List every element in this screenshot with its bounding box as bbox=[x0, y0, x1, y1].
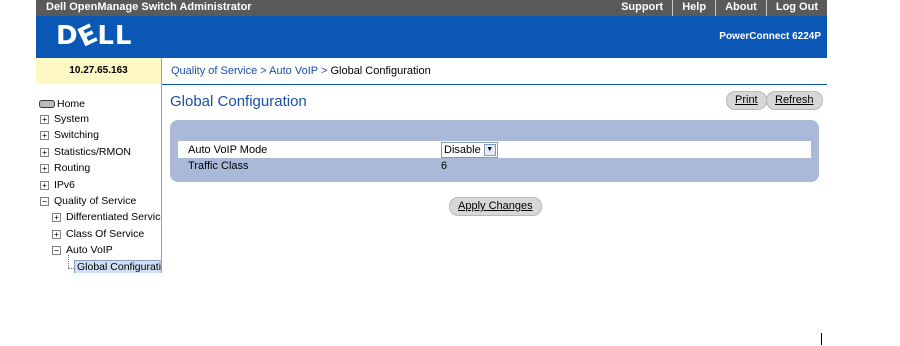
expand-icon[interactable]: + bbox=[52, 212, 61, 222]
nav-class-of-service[interactable]: + Class Of Service bbox=[52, 228, 144, 240]
expand-icon[interactable]: + bbox=[52, 229, 61, 239]
expand-icon[interactable]: + bbox=[40, 114, 49, 124]
breadcrumb-auto-voip[interactable]: Auto VoIP bbox=[269, 65, 318, 77]
nav-ipv6-label: IPv6 bbox=[54, 179, 76, 191]
switch-admin-app: Dell OpenManage Switch Administrator Sup… bbox=[36, 0, 827, 273]
about-link[interactable]: About bbox=[715, 0, 766, 16]
nav-qos-label: Quality of Service bbox=[54, 195, 137, 207]
breadcrumb-separator: > bbox=[260, 65, 267, 77]
expand-icon[interactable]: + bbox=[40, 163, 49, 173]
chevron-down-icon[interactable]: ▼ bbox=[483, 144, 496, 156]
breadcrumb-separator: > bbox=[320, 65, 328, 77]
home-icon bbox=[39, 100, 55, 108]
auto-voip-mode-row: Auto VoIP Mode Disable ▼ bbox=[178, 142, 811, 158]
collapse-icon[interactable]: − bbox=[52, 245, 61, 255]
nav-home-label: Home bbox=[57, 98, 86, 110]
nav-routing[interactable]: + Routing bbox=[40, 162, 90, 174]
traffic-class-row: Traffic Class 6 bbox=[178, 158, 811, 174]
tree-connector bbox=[68, 255, 69, 268]
auto-voip-mode-label: Auto VoIP Mode bbox=[188, 144, 268, 156]
expand-icon[interactable]: + bbox=[40, 147, 49, 157]
expand-icon[interactable]: + bbox=[40, 130, 49, 140]
expand-icon[interactable]: + bbox=[40, 180, 49, 190]
nav-ipv6[interactable]: + IPv6 bbox=[40, 179, 75, 191]
collapse-icon[interactable]: − bbox=[40, 196, 49, 206]
nav-statistics-rmon[interactable]: + Statistics/RMON bbox=[40, 146, 131, 158]
nav-switching-label: Switching bbox=[54, 129, 99, 141]
nav-auto-voip[interactable]: − Auto VoIP bbox=[52, 244, 113, 256]
breadcrumb-current: Global Configuration bbox=[330, 65, 431, 77]
support-link[interactable]: Support bbox=[612, 0, 672, 16]
nav-statistics-label: Statistics/RMON bbox=[54, 146, 132, 158]
app-title: Dell OpenManage Switch Administrator bbox=[46, 1, 252, 13]
nav-global-config-label: Global Configuration bbox=[77, 261, 162, 273]
breadcrumb: Quality of Service > Auto VoIP > Global … bbox=[162, 58, 827, 85]
top-links: Support Help About Log Out bbox=[612, 0, 827, 16]
help-link[interactable]: Help bbox=[672, 0, 715, 16]
auto-voip-mode-value: Disable bbox=[444, 144, 481, 156]
nav-quality-of-service[interactable]: − Quality of Service bbox=[40, 195, 136, 207]
nav-diffserv-label: Differentiated Services bbox=[66, 211, 162, 223]
content-area: Global Configuration Print Refresh Auto … bbox=[162, 85, 827, 273]
title-bar: Dell OpenManage Switch Administrator Sup… bbox=[36, 0, 827, 16]
divider bbox=[821, 333, 822, 345]
apply-changes-button[interactable]: Apply Changes bbox=[449, 197, 542, 216]
nav-global-configuration[interactable]: Global Configuration bbox=[74, 260, 162, 273]
settings-panel: Auto VoIP Mode Disable ▼ Traffic Class 6 bbox=[170, 120, 819, 182]
breadcrumb-qos[interactable]: Quality of Service bbox=[171, 65, 257, 77]
device-ip: 10.27.65.163 bbox=[36, 58, 162, 84]
dell-logo: DELL bbox=[56, 18, 133, 54]
traffic-class-label: Traffic Class bbox=[188, 160, 249, 172]
nav-auto-voip-label: Auto VoIP bbox=[66, 244, 113, 256]
device-model: PowerConnect 6224P bbox=[719, 31, 821, 42]
nav-home[interactable]: Home bbox=[39, 98, 85, 110]
nav-differentiated-services[interactable]: + Differentiated Services bbox=[52, 211, 162, 223]
logout-link[interactable]: Log Out bbox=[765, 0, 827, 16]
nav-routing-label: Routing bbox=[54, 162, 91, 174]
page-title: Global Configuration bbox=[170, 93, 307, 110]
print-button[interactable]: Print bbox=[726, 91, 767, 110]
navigation-tree: Home + System + Switching + Statistics/R… bbox=[36, 85, 162, 273]
nav-system-label: System bbox=[54, 113, 90, 125]
nav-cos-label: Class Of Service bbox=[66, 228, 145, 240]
auto-voip-mode-select[interactable]: Disable ▼ bbox=[441, 142, 498, 158]
refresh-button[interactable]: Refresh bbox=[766, 91, 823, 110]
nav-switching[interactable]: + Switching bbox=[40, 129, 99, 141]
nav-system[interactable]: + System bbox=[40, 113, 89, 125]
brand-banner: DELL PowerConnect 6224P bbox=[36, 16, 827, 58]
traffic-class-value: 6 bbox=[441, 160, 448, 172]
